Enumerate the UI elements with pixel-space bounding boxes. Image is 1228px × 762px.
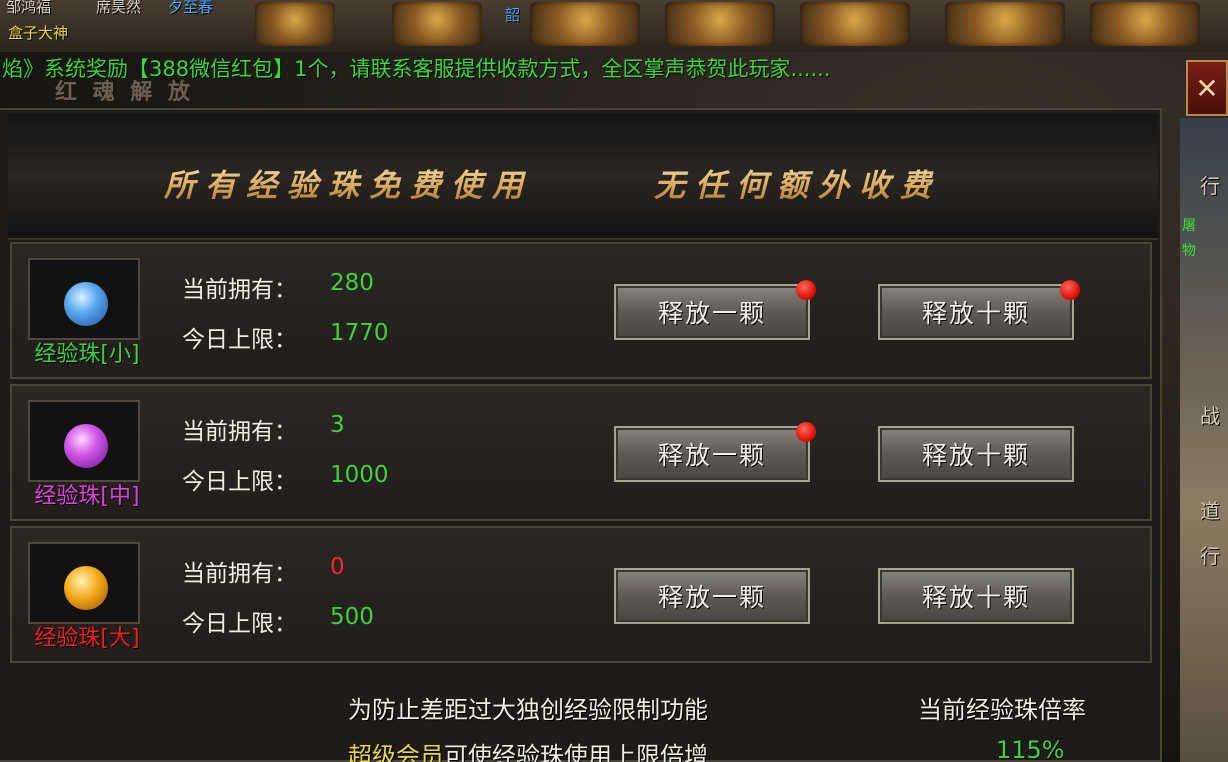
orb-name: 经验珠[小] (34, 342, 140, 367)
release-ten-button[interactable]: 释放十颗 (878, 284, 1074, 340)
owned-label: 当前拥有： (182, 419, 297, 445)
release-one-button[interactable]: 释放一颗 (614, 426, 810, 482)
side-text: 屠 (1182, 218, 1196, 234)
shield-icon[interactable] (800, 2, 910, 46)
top-icon-bar: 邹鸿福 席昊然 夕至春 盒子大神 韶 (0, 0, 1228, 52)
system-broadcast: 焰》系统奖励【388微信红包】1个，请联系客服提供收款方式，全区掌声恭贺此玩家.… (2, 57, 831, 81)
orb-row-medium: 经验珠[中] 当前拥有： 3 今日上限： 1000 释放一颗 释放十颗 (10, 384, 1152, 521)
limit-value: 1770 (330, 320, 389, 346)
game-screen: 邹鸿福 席昊然 夕至春 盒子大神 韶 红 魂 解 放 焰》系统奖励【388微信红… (0, 0, 1228, 762)
activity-icon[interactable] (255, 2, 335, 46)
limit-value: 1000 (330, 462, 389, 488)
owned-value: 0 (330, 554, 345, 580)
notification-dot (1060, 280, 1080, 300)
rate-value: 115% (996, 736, 1065, 762)
orb-row-large: 经验珠[大] 当前拥有： 0 今日上限： 500 释放一颗 释放十颗 (10, 526, 1152, 663)
orb-name: 经验珠[大] (34, 626, 140, 651)
side-text: 道 (1200, 499, 1220, 523)
orb-slot (28, 542, 140, 624)
limit-value: 500 (330, 604, 374, 630)
gift-icon[interactable] (530, 2, 640, 46)
release-ten-button[interactable]: 释放十颗 (878, 568, 1074, 624)
vip-info-text: 可使经验珠使用上限倍增 (444, 742, 708, 762)
notification-dot (796, 280, 816, 300)
side-text: 战 (1200, 404, 1220, 428)
orb-slot (28, 400, 140, 482)
player-name: 韶 (505, 6, 521, 24)
banner-text-right: 无任何额外收费 (654, 160, 941, 205)
limit-label: 今日上限： (182, 327, 297, 353)
side-text: 行 (1200, 174, 1220, 198)
side-text: 行 (1200, 544, 1220, 568)
close-button[interactable]: ✕ (1186, 60, 1228, 116)
gift-box-icon[interactable] (1090, 2, 1200, 46)
banner-text-left: 所有经验珠免费使用 (164, 160, 533, 205)
chest-icon[interactable] (945, 2, 1065, 46)
treasure-icon[interactable] (665, 2, 775, 46)
side-text: 物 (1182, 243, 1196, 259)
rate-label: 当前经验珠倍率 (918, 696, 1086, 724)
limit-info-text: 为防止差距过大独创经验限制功能 (348, 696, 708, 724)
close-icon: ✕ (1195, 71, 1219, 105)
player-name: 夕至春 (168, 0, 214, 16)
owned-label: 当前拥有： (182, 561, 297, 587)
vip-link[interactable]: 超级会员 (348, 736, 444, 762)
player-title: 盒子大神 (8, 24, 69, 42)
chest-icon[interactable] (392, 2, 482, 46)
exp-orb-icon (64, 282, 108, 326)
release-ten-button[interactable]: 释放十颗 (878, 426, 1074, 482)
orb-slot (28, 258, 140, 340)
owned-label: 当前拥有： (182, 277, 297, 303)
orb-name: 经验珠[中] (34, 484, 140, 509)
release-one-button[interactable]: 释放一颗 (614, 284, 810, 340)
exp-orb-icon (64, 424, 108, 468)
owned-value: 3 (330, 412, 345, 438)
player-name: 席昊然 (96, 0, 142, 16)
panel-banner: 所有经验珠免费使用 无任何额外收费 (8, 114, 1158, 240)
release-one-button[interactable]: 释放一颗 (614, 568, 810, 624)
orb-row-small: 经验珠[小] 当前拥有： 280 今日上限： 1770 释放一颗 释放十颗 (10, 242, 1152, 379)
limit-label: 今日上限： (182, 611, 297, 637)
player-name: 邹鸿福 (6, 0, 52, 16)
owned-value: 280 (330, 270, 374, 296)
limit-label: 今日上限： (182, 469, 297, 495)
exp-orb-icon (64, 566, 108, 610)
exp-orb-panel: 所有经验珠免费使用 无任何额外收费 经验珠[小] 当前拥有： 280 今日上限：… (0, 108, 1162, 762)
notification-dot (796, 422, 816, 442)
